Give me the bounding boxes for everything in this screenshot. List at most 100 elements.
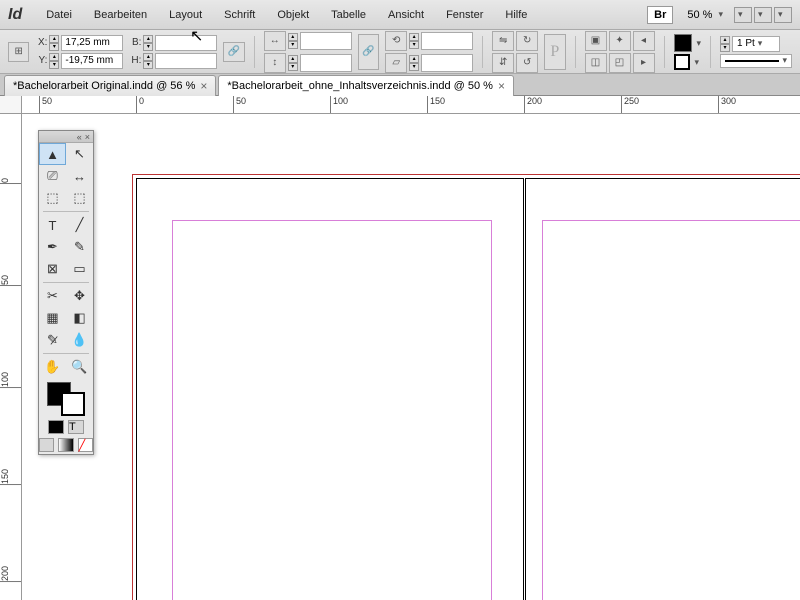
- p-icon[interactable]: P: [544, 34, 565, 70]
- select-next-icon[interactable]: ▸: [633, 53, 655, 73]
- menu-objekt[interactable]: Objekt: [267, 5, 319, 25]
- tool-line[interactable]: ╱: [66, 214, 93, 236]
- tool-zoom[interactable]: 🔍: [66, 356, 93, 378]
- canvas-area[interactable]: [22, 114, 800, 600]
- horizontal-ruler[interactable]: 50050100150200250300: [22, 96, 800, 114]
- ruler-tick: 50: [233, 96, 246, 114]
- h-field[interactable]: [155, 53, 217, 69]
- stroke-color-box[interactable]: [61, 392, 85, 416]
- menu-bearbeiten[interactable]: Bearbeiten: [84, 5, 157, 25]
- shear-icon[interactable]: ▱: [385, 53, 407, 73]
- y-spinner[interactable]: ▴▾: [49, 53, 59, 69]
- tool-gap[interactable]: ↔: [66, 165, 93, 187]
- tools-panel-header[interactable]: «×: [39, 131, 93, 143]
- tool-eyedropper[interactable]: 💧: [66, 329, 93, 351]
- bridge-button[interactable]: Br: [647, 6, 673, 24]
- menu-tabelle[interactable]: Tabelle: [321, 5, 376, 25]
- b-spinner[interactable]: ▴▾: [143, 35, 153, 51]
- tool-content-placer[interactable]: ⬚: [66, 187, 93, 209]
- select-content-icon[interactable]: ✦: [609, 31, 631, 51]
- stroke-dropdown-icon[interactable]: [692, 56, 700, 68]
- apply-none-icon[interactable]: ╱: [78, 438, 93, 452]
- stroke-weight-spinner[interactable]: ▴▾: [720, 36, 730, 52]
- close-icon[interactable]: ×: [85, 132, 90, 142]
- scale-x-spinner[interactable]: ▴▾: [288, 33, 298, 49]
- menu-schrift[interactable]: Schrift: [214, 5, 265, 25]
- margin-right-page: [542, 220, 800, 600]
- menu-bar: Id Datei Bearbeiten Layout Schrift Objek…: [0, 0, 800, 30]
- x-spinner[interactable]: ▴▾: [49, 35, 59, 51]
- stroke-style-field[interactable]: [720, 54, 792, 68]
- document-tabs: *Bachelorarbeit Original.indd @ 56 % × *…: [0, 74, 800, 96]
- tool-direct-selection[interactable]: ↖: [66, 143, 93, 165]
- ruler-tick: 50: [0, 275, 22, 286]
- constrain-proportions-icon[interactable]: 🔗: [223, 42, 244, 62]
- zoom-level[interactable]: 50 %: [681, 7, 729, 23]
- view-options-icon[interactable]: [734, 7, 752, 23]
- fit-content-icon[interactable]: ◫: [585, 53, 607, 73]
- b-field[interactable]: [155, 35, 217, 51]
- tool-hand[interactable]: ✋: [39, 356, 66, 378]
- h-spinner[interactable]: ▴▾: [143, 53, 153, 69]
- stroke-swatch[interactable]: [674, 54, 690, 70]
- fill-swatch[interactable]: [674, 34, 692, 52]
- menu-datei[interactable]: Datei: [36, 5, 82, 25]
- tool-content-collector[interactable]: ⬚: [39, 187, 66, 209]
- flip-h-icon[interactable]: ⇋: [492, 31, 514, 51]
- menu-layout[interactable]: Layout: [159, 5, 212, 25]
- rotate-ccw-icon[interactable]: ↺: [516, 53, 538, 73]
- tools-panel[interactable]: «× ▲↖⎚↔⬚⬚T╱✒✎⊠▭✂✥▦◧✎̷💧✋🔍T╱: [38, 130, 94, 455]
- fit-frame-icon[interactable]: ◰: [609, 53, 631, 73]
- control-bar: ⊞ X: ▴▾ 17,25 mm Y: ▴▾ -19,75 mm B: ▴▾ H…: [0, 30, 800, 74]
- close-icon[interactable]: ×: [498, 79, 505, 93]
- rotate-field[interactable]: [421, 32, 473, 50]
- vertical-ruler[interactable]: 050100150200: [0, 114, 22, 600]
- scale-y-spinner[interactable]: ▴▾: [288, 55, 298, 71]
- scale-y-icon[interactable]: ↕: [264, 53, 286, 73]
- screen-mode-icon[interactable]: [754, 7, 772, 23]
- tool-free-transform[interactable]: ✥: [66, 285, 93, 307]
- collapse-icon[interactable]: «: [77, 132, 82, 142]
- apply-gradient-icon[interactable]: [58, 438, 73, 452]
- select-container-icon[interactable]: ▣: [585, 31, 607, 51]
- y-field[interactable]: -19,75 mm: [61, 53, 123, 69]
- rotate-icon[interactable]: ⟲: [385, 31, 407, 51]
- shear-field[interactable]: [421, 54, 473, 72]
- constrain-proportions2-icon[interactable]: 🔗: [358, 34, 379, 70]
- tool-pen[interactable]: ✒: [39, 236, 66, 258]
- normal-view-icon[interactable]: [39, 438, 54, 452]
- scale-x-icon[interactable]: ↔: [264, 31, 286, 51]
- tool-selection[interactable]: ▲: [39, 143, 66, 165]
- document-tab-2[interactable]: *Bachelorarbeit_ohne_Inhaltsverzeichnis.…: [218, 75, 514, 96]
- rotate-spinner[interactable]: ▴▾: [409, 33, 419, 49]
- tool-pencil[interactable]: ✎: [66, 236, 93, 258]
- x-field[interactable]: 17,25 mm: [61, 35, 123, 51]
- tool-gradient-swatch[interactable]: ▦: [39, 307, 66, 329]
- stroke-weight-field[interactable]: 1 Pt: [732, 36, 780, 52]
- formatting-text-icon[interactable]: T: [68, 420, 84, 434]
- tool-rectangle[interactable]: ▭: [66, 258, 93, 280]
- menu-hilfe[interactable]: Hilfe: [495, 5, 537, 25]
- ruler-origin[interactable]: [0, 96, 22, 114]
- document-tab-1[interactable]: *Bachelorarbeit Original.indd @ 56 % ×: [4, 75, 216, 96]
- menu-ansicht[interactable]: Ansicht: [378, 5, 434, 25]
- rotate-cw-icon[interactable]: ↻: [516, 31, 538, 51]
- flip-v-icon[interactable]: ⇵: [492, 53, 514, 73]
- tool-note[interactable]: ✎̷: [39, 329, 66, 351]
- scale-x-field[interactable]: [300, 32, 352, 50]
- select-prev-icon[interactable]: ◂: [633, 31, 655, 51]
- reference-point-icon[interactable]: ⊞: [8, 42, 29, 62]
- fill-dropdown-icon[interactable]: [694, 37, 702, 49]
- apply-color-icon[interactable]: [48, 420, 64, 434]
- tool-gradient-feather[interactable]: ◧: [66, 307, 93, 329]
- tool-scissors[interactable]: ✂: [39, 285, 66, 307]
- tool-type[interactable]: T: [39, 214, 66, 236]
- tool-page[interactable]: ⎚: [39, 165, 66, 187]
- ruler-tick: 200: [0, 566, 22, 582]
- tool-rectangle-frame[interactable]: ⊠: [39, 258, 66, 280]
- arrange-documents-icon[interactable]: [774, 7, 792, 23]
- scale-y-field[interactable]: [300, 54, 352, 72]
- shear-spinner[interactable]: ▴▾: [409, 55, 419, 71]
- menu-fenster[interactable]: Fenster: [436, 5, 493, 25]
- close-icon[interactable]: ×: [200, 79, 207, 93]
